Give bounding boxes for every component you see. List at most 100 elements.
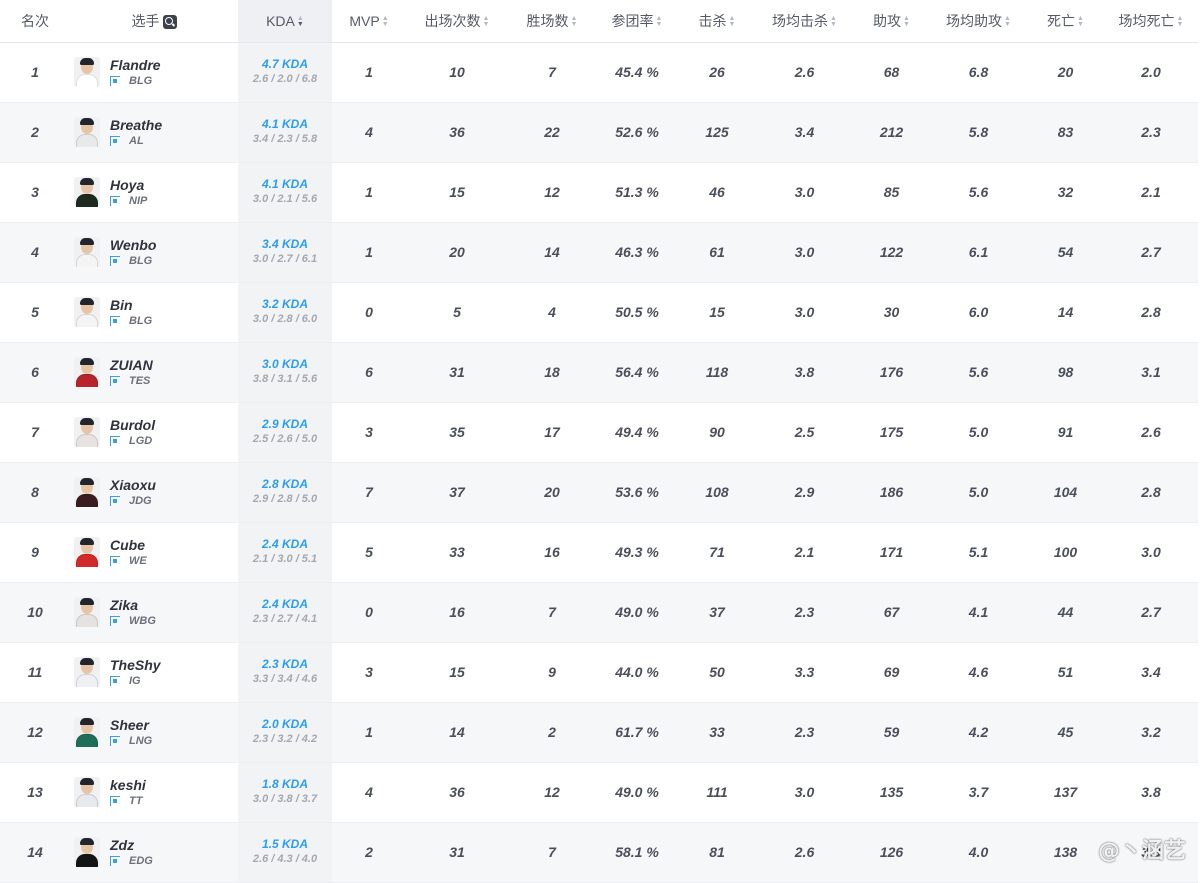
kda-cell: 4.1 KDA 3.0 / 2.1 / 5.6 — [238, 162, 332, 222]
rank-cell: 7 — [0, 402, 70, 462]
player-name-link[interactable]: Zika — [110, 597, 156, 614]
header-assists-label: 助攻 — [873, 12, 901, 29]
sort-icon: ▲ ▼ — [482, 15, 490, 29]
team-logo-icon — [110, 495, 120, 506]
stat-cell-assists: 212 — [853, 102, 930, 162]
stat-cell-wins: 18 — [508, 342, 596, 402]
table-row[interactable]: 4 Wenbo BLG 3.4 KDA 3.0 / 2.7 / 6.1 1 20 14 46.3… — [0, 222, 1198, 282]
table-row[interactable]: 8 Xiaoxu JDG 2.8 KDA 2.9 / 2.8 / 5.0 7 37 20 53.… — [0, 462, 1198, 522]
player-name-link[interactable]: Flandre — [110, 57, 161, 74]
table-row[interactable]: 12 Sheer LNG 2.0 KDA 2.3 / 3.2 / 4.2 1 14 2 61.7… — [0, 702, 1198, 762]
rank-cell: 6 — [0, 342, 70, 402]
stat-cell-assists: 186 — [853, 462, 930, 522]
kda-detail: 3.0 / 2.7 / 6.1 — [252, 253, 318, 265]
stat-cell-avg-kills: 3.0 — [756, 162, 853, 222]
kda-cell: 2.3 KDA 3.3 / 3.4 / 4.6 — [238, 642, 332, 702]
player-avatar — [74, 657, 100, 687]
team-logo-icon — [110, 255, 120, 266]
kda-detail: 3.0 / 3.8 / 3.7 — [252, 793, 318, 805]
table-row[interactable]: 10 Zika WBG 2.4 KDA 2.3 / 2.7 / 4.1 0 16 7 49.0 … — [0, 582, 1198, 642]
header-avg-deaths-sort[interactable]: 场均死亡 ▲ ▼ — [1104, 0, 1198, 43]
table-row[interactable]: 11 TheShy IG 2.3 KDA 3.3 / 3.4 / 4.6 3 15 9 44.0… — [0, 642, 1198, 702]
stat-cell-avg-kills: 3.3 — [756, 642, 853, 702]
player-name-link[interactable]: ZUIAN — [110, 357, 153, 374]
player-name-link[interactable]: Xiaoxu — [110, 477, 156, 494]
search-icon[interactable] — [162, 15, 177, 30]
stat-cell-avg-assists: 5.0 — [930, 402, 1027, 462]
player-name-link[interactable]: Burdol — [110, 417, 155, 434]
player-name-link[interactable]: Sheer — [110, 717, 152, 734]
header-mvp-sort[interactable]: MVP ▲ ▼ — [332, 0, 406, 43]
stat-cell-games: 5 — [406, 282, 508, 342]
stat-cell-avg-assists: 4.1 — [930, 582, 1027, 642]
stat-cell-kp: 61.7 % — [596, 702, 678, 762]
player-name-link[interactable]: Breathe — [110, 117, 162, 134]
player-name-link[interactable]: Hoya — [110, 177, 147, 194]
table-row[interactable]: 6 ZUIAN TES 3.0 KDA 3.8 / 3.1 / 5.6 6 31 18 56.4… — [0, 342, 1198, 402]
rank-cell: 13 — [0, 762, 70, 822]
team-logo-icon — [110, 555, 120, 566]
header-avg-assists-sort[interactable]: 场均助攻 ▲ ▼ — [930, 0, 1027, 43]
table-row[interactable]: 13 keshi TT 1.8 KDA 3.0 / 3.8 / 3.7 4 36 12 49.0… — [0, 762, 1198, 822]
header-deaths-sort[interactable]: 死亡 ▲ ▼ — [1027, 0, 1104, 43]
header-kp-sort[interactable]: 参团率 ▲ ▼ — [596, 0, 678, 43]
header-avg-kills-sort[interactable]: 场均击杀 ▲ ▼ — [756, 0, 853, 43]
stat-cell-avg-assists: 6.8 — [930, 42, 1027, 102]
stat-cell-avg-deaths: 2.6 — [1104, 402, 1198, 462]
kda-detail: 3.0 / 2.1 / 5.6 — [252, 193, 318, 205]
kda-value: 2.9 KDA — [261, 417, 308, 431]
header-assists-sort[interactable]: 助攻 ▲ ▼ — [853, 0, 930, 43]
player-name-link[interactable]: TheShy — [110, 657, 161, 674]
stat-cell-avg-deaths: 2.8 — [1104, 282, 1198, 342]
rank-cell: 14 — [0, 822, 70, 882]
stat-cell-mvp: 6 — [332, 342, 406, 402]
stat-cell-games: 31 — [406, 342, 508, 402]
stat-cell-avg-deaths: 3.4 — [1104, 642, 1198, 702]
header-kills-sort[interactable]: 击杀 ▲ ▼ — [678, 0, 756, 43]
table-row[interactable]: 14 Zdz EDG 1.5 KDA 2.6 / 4.3 / 4.0 2 31 7 58.1 %… — [0, 822, 1198, 882]
kda-value: 1.8 KDA — [261, 777, 308, 791]
stat-cell-avg-deaths: 2.7 — [1104, 222, 1198, 282]
team-name: BLG — [129, 314, 153, 327]
kda-value: 4.7 KDA — [261, 57, 308, 71]
player-name-link[interactable]: Cube — [110, 537, 147, 554]
header-games-sort[interactable]: 出场次数 ▲ ▼ — [406, 0, 508, 43]
stat-cell-games: 31 — [406, 822, 508, 882]
player-name-link[interactable]: Wenbo — [110, 237, 156, 254]
table-row[interactable]: 2 Breathe AL 4.1 KDA 3.4 / 2.3 / 5.8 4 36 22 52.… — [0, 102, 1198, 162]
kda-value: 2.8 KDA — [261, 477, 308, 491]
stat-cell-kills: 37 — [678, 582, 756, 642]
stat-cell-assists: 135 — [853, 762, 930, 822]
stat-cell-wins: 7 — [508, 582, 596, 642]
player-cell: Bin BLG — [70, 282, 238, 342]
stat-cell-assists: 67 — [853, 582, 930, 642]
team-logo-icon — [110, 615, 120, 626]
stat-cell-avg-deaths: 2.7 — [1104, 582, 1198, 642]
player-cell: Cube WE — [70, 522, 238, 582]
player-name-link[interactable]: keshi — [110, 777, 146, 794]
table-row[interactable]: 9 Cube WE 2.4 KDA 2.1 / 3.0 / 5.1 5 33 16 49.3 %… — [0, 522, 1198, 582]
header-kda-sort[interactable]: KDA ▲ ▼ — [238, 0, 332, 43]
header-wins-sort[interactable]: 胜场数 ▲ ▼ — [508, 0, 596, 43]
header-avg-deaths-label: 场均死亡 — [1118, 12, 1175, 29]
stat-cell-games: 16 — [406, 582, 508, 642]
team-name: NIP — [129, 194, 148, 207]
player-name-link[interactable]: Zdz — [110, 837, 153, 854]
player-name-link[interactable]: Bin — [110, 297, 152, 314]
table-row[interactable]: 1 Flandre BLG 4.7 KDA 2.6 / 2.0 / 6.8 1 10 7 45.… — [0, 42, 1198, 102]
kda-cell: 3.4 KDA 3.0 / 2.7 / 6.1 — [238, 222, 332, 282]
stat-cell-deaths: 104 — [1027, 462, 1104, 522]
stat-cell-avg-assists: 4.2 — [930, 702, 1027, 762]
player-cell: TheShy IG — [70, 642, 238, 702]
stat-cell-games: 14 — [406, 702, 508, 762]
sort-icon: ▲ ▼ — [830, 15, 837, 29]
player-cell: Flandre BLG — [70, 42, 238, 102]
table-row[interactable]: 7 Burdol LGD 2.9 KDA 2.5 / 2.6 / 5.0 3 35 17 49.… — [0, 402, 1198, 462]
table-row[interactable]: 3 Hoya NIP 4.1 KDA 3.0 / 2.1 / 5.6 1 15 12 51.3 … — [0, 162, 1198, 222]
stat-cell-mvp: 1 — [332, 162, 406, 222]
table-row[interactable]: 5 Bin BLG 3.2 KDA 3.0 / 2.8 / 6.0 0 5 4 50.5 % 15… — [0, 282, 1198, 342]
kda-detail: 2.3 / 2.7 / 4.1 — [252, 613, 318, 625]
player-avatar — [74, 837, 100, 867]
stat-cell-kills: 26 — [678, 42, 756, 102]
player-cell: Sheer LNG — [70, 702, 238, 762]
